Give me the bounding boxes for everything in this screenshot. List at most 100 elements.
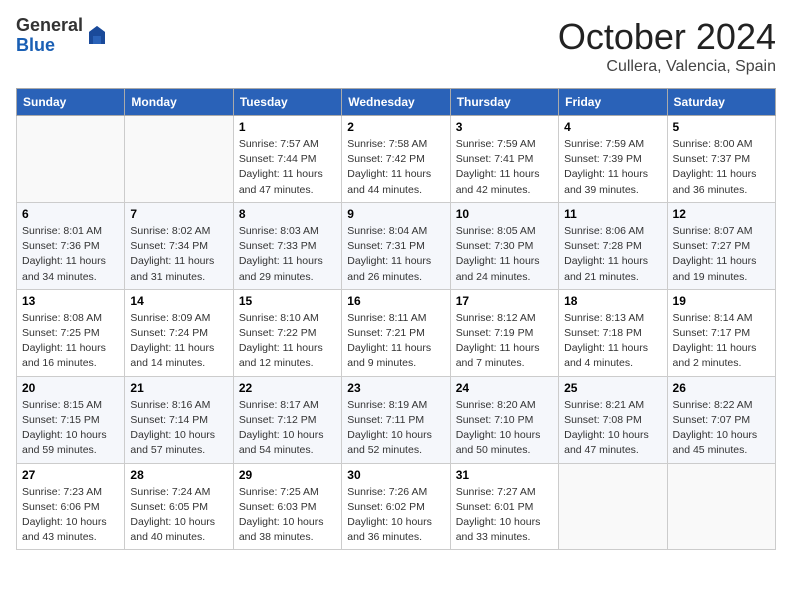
day-detail: Sunrise: 8:14 AMSunset: 7:17 PMDaylight:…: [673, 311, 770, 372]
day-number: 30: [347, 468, 444, 482]
day-number: 1: [239, 120, 336, 134]
day-number: 7: [130, 207, 227, 221]
calendar-cell: 19Sunrise: 8:14 AMSunset: 7:17 PMDayligh…: [667, 289, 775, 376]
day-number: 17: [456, 294, 553, 308]
day-number: 20: [22, 381, 119, 395]
calendar-cell: 26 Sunrise: 8:22 AMSunset: 7:07 PMDayligh…: [667, 376, 775, 463]
day-detail: Sunrise: 8:22 AMSunset: 7:07 PMDaylight:…: [673, 398, 770, 459]
calendar-week-row: 6 Sunrise: 8:01 AMSunset: 7:36 PMDaylight…: [17, 202, 776, 289]
day-number: 25: [564, 381, 661, 395]
calendar-cell: 25 Sunrise: 8:21 AMSunset: 7:08 PMDayligh…: [559, 376, 667, 463]
day-number: 26: [673, 381, 770, 395]
day-number: 31: [456, 468, 553, 482]
calendar-cell: 28 Sunrise: 7:24 AMSunset: 6:05 PMDayligh…: [125, 463, 233, 550]
calendar-cell: 30Sunrise: 7:26 AMSunset: 6:02 PMDayligh…: [342, 463, 450, 550]
day-number: 9: [347, 207, 444, 221]
day-number: 22: [239, 381, 336, 395]
day-number: 5: [673, 120, 770, 134]
day-detail: Sunrise: 7:27 AMSunset: 6:01 PMDaylight:…: [456, 485, 553, 546]
calendar-cell: 22 Sunrise: 8:17 AMSunset: 7:12 PMDayligh…: [233, 376, 341, 463]
day-detail: Sunrise: 8:06 AMSunset: 7:28 PMDaylight:…: [564, 224, 661, 285]
calendar-cell: 13Sunrise: 8:08 AMSunset: 7:25 PMDayligh…: [17, 289, 125, 376]
day-number: 24: [456, 381, 553, 395]
logo: General Blue: [16, 16, 109, 56]
calendar-cell: 24 Sunrise: 8:20 AMSunset: 7:10 PMDayligh…: [450, 376, 558, 463]
calendar-cell: 10 Sunrise: 8:05 AMSunset: 7:30 PMDayligh…: [450, 202, 558, 289]
calendar-table: SundayMondayTuesdayWednesdayThursdayFrid…: [16, 88, 776, 550]
weekday-header-tuesday: Tuesday: [233, 89, 341, 116]
calendar-cell: 9 Sunrise: 8:04 AMSunset: 7:31 PMDaylight…: [342, 202, 450, 289]
calendar-cell: [667, 463, 775, 550]
calendar-cell: 12 Sunrise: 8:07 AMSunset: 7:27 PMDayligh…: [667, 202, 775, 289]
day-detail: Sunrise: 8:03 AMSunset: 7:33 PMDaylight:…: [239, 224, 336, 285]
day-detail: Sunrise: 8:16 AMSunset: 7:14 PMDaylight:…: [130, 398, 227, 459]
day-number: 15: [239, 294, 336, 308]
day-detail: Sunrise: 7:59 AMSunset: 7:41 PMDaylight:…: [456, 137, 553, 198]
calendar-cell: 4 Sunrise: 7:59 AMSunset: 7:39 PMDaylight…: [559, 116, 667, 203]
month-title: October 2024: [558, 16, 776, 58]
day-detail: Sunrise: 8:02 AMSunset: 7:34 PMDaylight:…: [130, 224, 227, 285]
calendar-week-row: 20Sunrise: 8:15 AMSunset: 7:15 PMDayligh…: [17, 376, 776, 463]
day-number: 16: [347, 294, 444, 308]
day-detail: Sunrise: 8:00 AMSunset: 7:37 PMDaylight:…: [673, 137, 770, 198]
calendar-cell: 11Sunrise: 8:06 AMSunset: 7:28 PMDayligh…: [559, 202, 667, 289]
title-block: October 2024 Cullera, Valencia, Spain: [558, 16, 776, 76]
day-detail: Sunrise: 8:05 AMSunset: 7:30 PMDaylight:…: [456, 224, 553, 285]
calendar-cell: 7 Sunrise: 8:02 AMSunset: 7:34 PMDaylight…: [125, 202, 233, 289]
day-detail: Sunrise: 7:23 AMSunset: 6:06 PMDaylight:…: [22, 485, 119, 546]
day-number: 21: [130, 381, 227, 395]
day-detail: Sunrise: 8:04 AMSunset: 7:31 PMDaylight:…: [347, 224, 444, 285]
day-detail: Sunrise: 8:21 AMSunset: 7:08 PMDaylight:…: [564, 398, 661, 459]
day-detail: Sunrise: 7:58 AMSunset: 7:42 PMDaylight:…: [347, 137, 444, 198]
calendar-cell: [559, 463, 667, 550]
weekday-header-friday: Friday: [559, 89, 667, 116]
day-number: 3: [456, 120, 553, 134]
day-detail: Sunrise: 8:19 AMSunset: 7:11 PMDaylight:…: [347, 398, 444, 459]
calendar-cell: 17Sunrise: 8:12 AMSunset: 7:19 PMDayligh…: [450, 289, 558, 376]
day-number: 23: [347, 381, 444, 395]
logo-text: General Blue: [16, 16, 83, 56]
logo-blue: Blue: [16, 36, 83, 56]
day-number: 10: [456, 207, 553, 221]
calendar-cell: 8 Sunrise: 8:03 AMSunset: 7:33 PMDaylight…: [233, 202, 341, 289]
weekday-header-saturday: Saturday: [667, 89, 775, 116]
day-number: 2: [347, 120, 444, 134]
calendar-cell: 20Sunrise: 8:15 AMSunset: 7:15 PMDayligh…: [17, 376, 125, 463]
calendar-cell: 2 Sunrise: 7:58 AMSunset: 7:42 PMDaylight…: [342, 116, 450, 203]
day-detail: Sunrise: 8:08 AMSunset: 7:25 PMDaylight:…: [22, 311, 119, 372]
day-number: 18: [564, 294, 661, 308]
calendar-cell: 6 Sunrise: 8:01 AMSunset: 7:36 PMDaylight…: [17, 202, 125, 289]
calendar-cell: [125, 116, 233, 203]
day-detail: Sunrise: 8:20 AMSunset: 7:10 PMDaylight:…: [456, 398, 553, 459]
calendar-cell: 1Sunrise: 7:57 AMSunset: 7:44 PMDaylight…: [233, 116, 341, 203]
logo-general: General: [16, 16, 83, 36]
weekday-header-sunday: Sunday: [17, 89, 125, 116]
calendar-week-row: 1Sunrise: 7:57 AMSunset: 7:44 PMDaylight…: [17, 116, 776, 203]
calendar-cell: 29Sunrise: 7:25 AMSunset: 6:03 PMDayligh…: [233, 463, 341, 550]
day-detail: Sunrise: 8:01 AMSunset: 7:36 PMDaylight:…: [22, 224, 119, 285]
page-header: General Blue October 2024 Cullera, Valen…: [16, 16, 776, 76]
day-detail: Sunrise: 8:07 AMSunset: 7:27 PMDaylight:…: [673, 224, 770, 285]
calendar-cell: 5 Sunrise: 8:00 AMSunset: 7:37 PMDaylight…: [667, 116, 775, 203]
calendar-cell: 14Sunrise: 8:09 AMSunset: 7:24 PMDayligh…: [125, 289, 233, 376]
calendar-cell: 31 Sunrise: 7:27 AMSunset: 6:01 PMDayligh…: [450, 463, 558, 550]
day-number: 29: [239, 468, 336, 482]
calendar-cell: 21 Sunrise: 8:16 AMSunset: 7:14 PMDayligh…: [125, 376, 233, 463]
calendar-week-row: 13Sunrise: 8:08 AMSunset: 7:25 PMDayligh…: [17, 289, 776, 376]
weekday-header-row: SundayMondayTuesdayWednesdayThursdayFrid…: [17, 89, 776, 116]
calendar-cell: 16Sunrise: 8:11 AMSunset: 7:21 PMDayligh…: [342, 289, 450, 376]
day-detail: Sunrise: 7:24 AMSunset: 6:05 PMDaylight:…: [130, 485, 227, 546]
logo-icon: [85, 24, 109, 48]
day-number: 12: [673, 207, 770, 221]
day-detail: Sunrise: 8:17 AMSunset: 7:12 PMDaylight:…: [239, 398, 336, 459]
day-detail: Sunrise: 7:59 AMSunset: 7:39 PMDaylight:…: [564, 137, 661, 198]
weekday-header-monday: Monday: [125, 89, 233, 116]
day-detail: Sunrise: 8:10 AMSunset: 7:22 PMDaylight:…: [239, 311, 336, 372]
day-number: 4: [564, 120, 661, 134]
day-number: 8: [239, 207, 336, 221]
day-number: 28: [130, 468, 227, 482]
location: Cullera, Valencia, Spain: [558, 58, 776, 76]
day-detail: Sunrise: 8:09 AMSunset: 7:24 PMDaylight:…: [130, 311, 227, 372]
day-detail: Sunrise: 8:13 AMSunset: 7:18 PMDaylight:…: [564, 311, 661, 372]
day-number: 6: [22, 207, 119, 221]
